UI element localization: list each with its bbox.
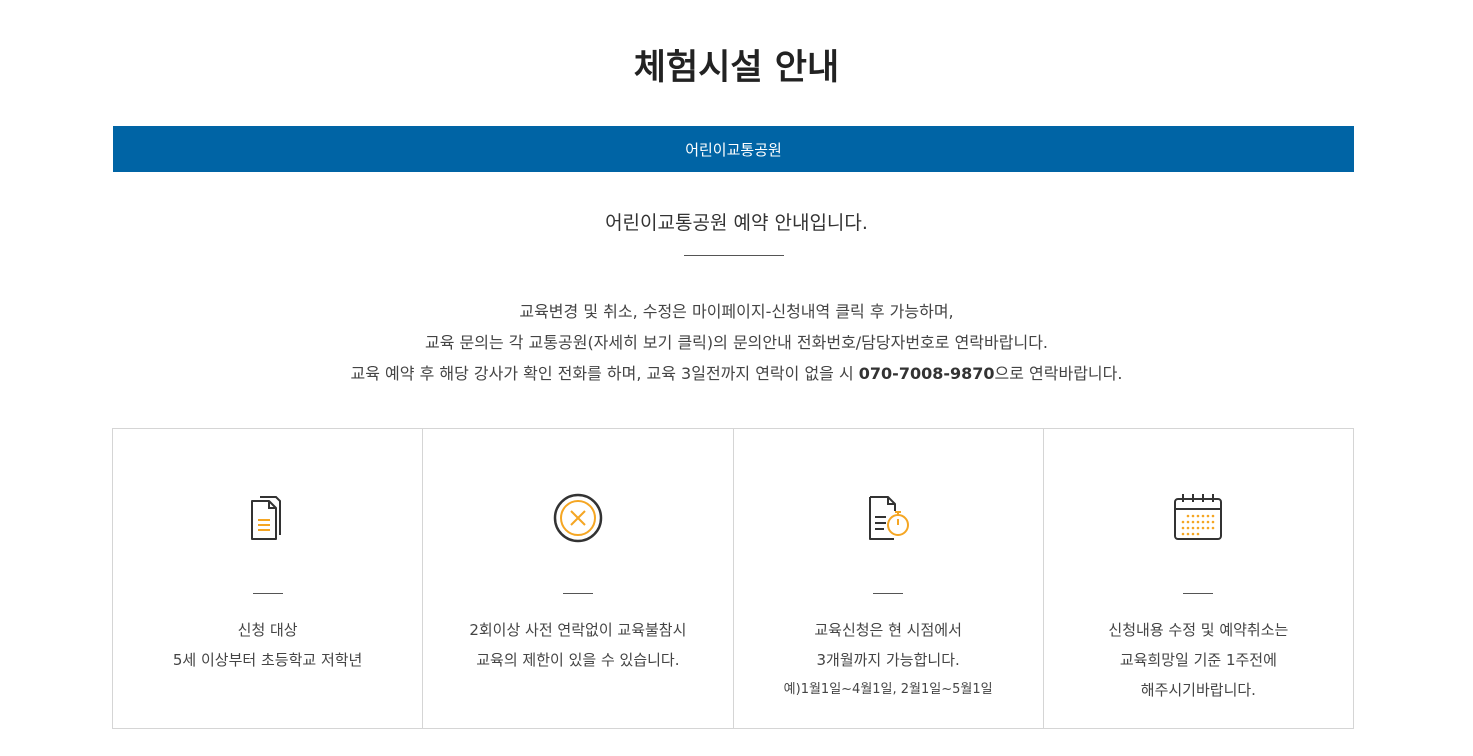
notice-line: 교육변경 및 취소, 수정은 마이페이지-신청내역 클릭 후 가능하며, <box>519 302 954 321</box>
info-card-booking-window: 교육신청은 현 시점에서 3개월까지 가능합니다. 예)1월1일~4월1일, 2… <box>734 429 1044 728</box>
facility-tab-bar: 어린이교통공원 <box>113 126 1354 172</box>
card-divider <box>252 593 283 594</box>
info-card-modification: 신청내용 수정 및 예약취소는 교육희망일 기준 1주전에 해주시기바랍니다. <box>1044 429 1353 728</box>
page-title: 체험시설 안내 <box>633 48 840 88</box>
card-text: 신청 대상 5세 이상부터 초등학교 저학년 <box>113 615 422 675</box>
contact-phone: 070-7008-9870 <box>858 364 995 383</box>
tab-children-traffic-park[interactable]: 어린이교통공원 <box>685 139 782 160</box>
card-divider <box>562 593 593 594</box>
document-timer-icon <box>869 496 910 540</box>
cancel-circle-icon <box>553 493 603 543</box>
notice-line: 교육 문의는 각 교통공원(자세히 보기 클릭)의 문의안내 전화번호/담당자번… <box>424 333 1048 352</box>
card-divider <box>873 593 904 594</box>
info-cards: 신청 대상 5세 이상부터 초등학교 저학년 2회이상 사전 연락없이 교육불참… <box>112 428 1354 729</box>
card-text: 교육신청은 현 시점에서 3개월까지 가능합니다. 예)1월1일~4월1일, 2… <box>734 615 1043 705</box>
card-line: 해주시기바랍니다. <box>1140 681 1256 699</box>
card-divider <box>1183 593 1214 594</box>
document-icon <box>250 496 281 540</box>
subtitle-divider <box>684 255 784 256</box>
card-text: 2회이상 사전 연락없이 교육불참시 교육의 제한이 있을 수 있습니다. <box>423 615 732 675</box>
calendar-icon <box>1174 494 1223 540</box>
notice-line-suffix: 으로 연락바랍니다. <box>994 364 1123 383</box>
card-text: 신청내용 수정 및 예약취소는 교육희망일 기준 1주전에 해주시기바랍니다. <box>1044 615 1353 705</box>
card-line: 5세 이상부터 초등학교 저학년 <box>172 651 363 669</box>
card-line: 신청 대상 <box>237 621 298 639</box>
card-line: 3개월까지 가능합니다. <box>816 651 960 669</box>
card-line: 신청내용 수정 및 예약취소는 <box>1108 621 1289 639</box>
info-card-absence-policy: 2회이상 사전 연락없이 교육불참시 교육의 제한이 있을 수 있습니다. <box>423 429 734 728</box>
card-line: 교육신청은 현 시점에서 <box>814 621 962 639</box>
notice-line: 교육 예약 후 해당 강사가 확인 전화를 하며, 교육 3일전까지 연락이 없… <box>0 358 1473 389</box>
card-line: 2회이상 사전 연락없이 교육불참시 <box>469 621 687 639</box>
card-line: 교육희망일 기준 1주전에 <box>1119 651 1277 669</box>
reservation-notice: 교육변경 및 취소, 수정은 마이페이지-신청내역 클릭 후 가능하며, 교육 … <box>0 296 1473 389</box>
card-line: 교육의 제한이 있을 수 있습니다. <box>476 651 680 669</box>
notice-line-prefix: 교육 예약 후 해당 강사가 확인 전화를 하며, 교육 3일전까지 연락이 없… <box>350 364 859 383</box>
card-line: 예)1월1일~4월1일, 2월1일~5월1일 <box>783 682 993 697</box>
info-card-eligibility: 신청 대상 5세 이상부터 초등학교 저학년 <box>113 429 424 728</box>
reservation-subtitle: 어린이교통공원 예약 안내입니다. <box>605 212 868 234</box>
